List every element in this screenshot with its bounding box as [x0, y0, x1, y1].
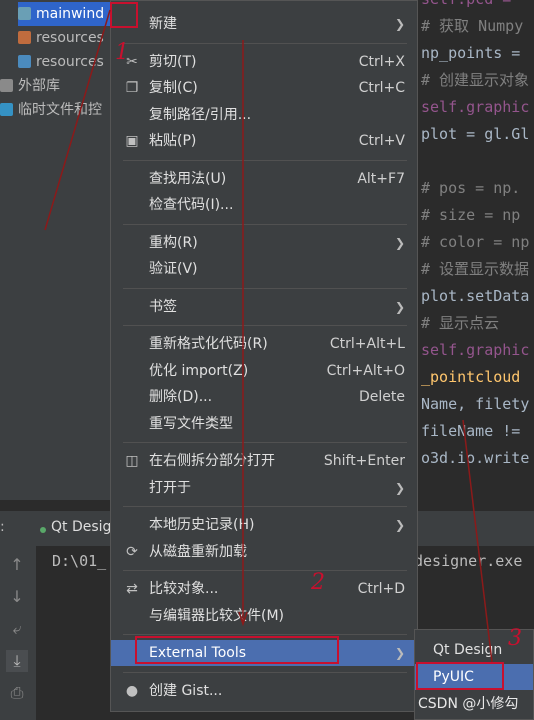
annotation-arrows [44, 9, 493, 663]
watermark: CSDN @小修勾 [418, 696, 519, 712]
annotation-number-1: 1 [115, 40, 129, 65]
annotation-number-2: 2 [311, 570, 325, 595]
annotation-number-3: 3 [508, 626, 522, 651]
